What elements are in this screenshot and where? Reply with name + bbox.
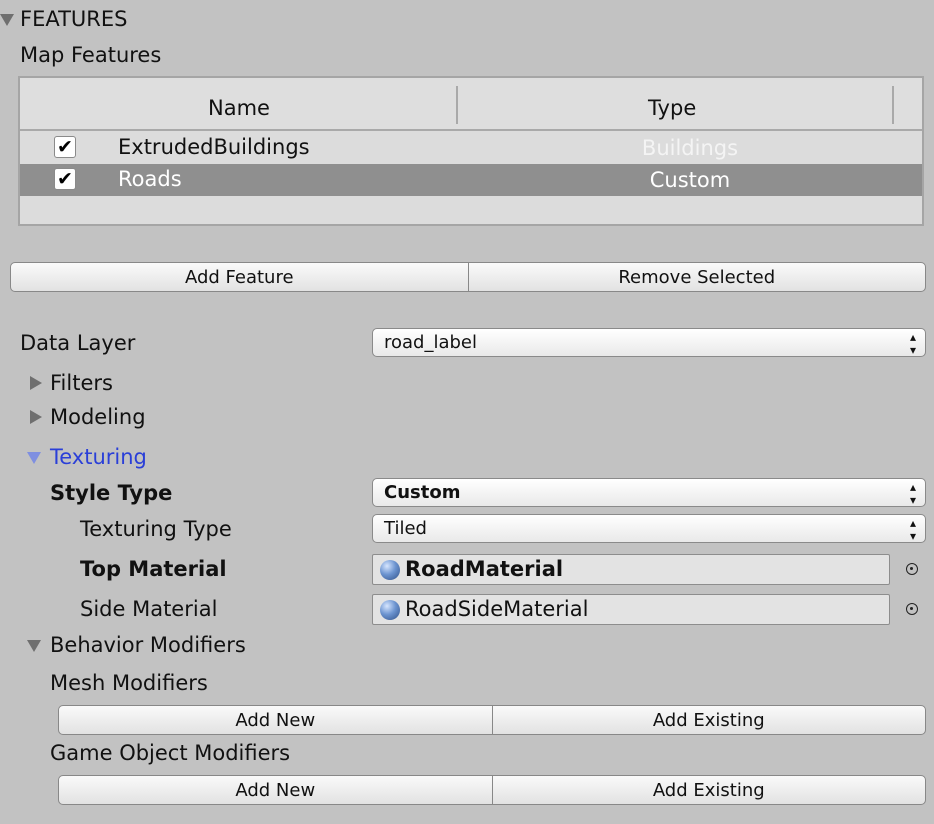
features-section-title[interactable]: FEATURES: [20, 7, 127, 31]
row-name: ExtrudedBuildings: [118, 135, 310, 159]
map-features-table: Name Type ✔ ExtrudedBuildings Buildings …: [18, 76, 924, 226]
column-header-name[interactable]: Name: [208, 96, 270, 120]
row-type: Buildings: [641, 136, 739, 160]
remove-selected-button[interactable]: Remove Selected: [467, 263, 926, 291]
dropdown-arrows-icon: ▴ ▾: [909, 330, 916, 357]
row-name: Roads: [118, 167, 182, 191]
texturing-foldout-label[interactable]: Texturing: [50, 445, 147, 469]
style-type-label: Style Type: [50, 481, 173, 505]
side-material-label: Side Material: [80, 597, 218, 621]
style-type-value: Custom: [384, 482, 461, 503]
modeling-foldout-icon[interactable]: [30, 410, 42, 424]
filters-foldout-icon[interactable]: [30, 376, 42, 390]
dropdown-arrows-icon: ▴ ▾: [909, 480, 916, 507]
top-material-field[interactable]: RoadMaterial: [372, 554, 890, 585]
game-object-modifier-buttons: Add New Add Existing: [58, 775, 926, 805]
style-type-dropdown[interactable]: Custom ▴ ▾: [372, 478, 926, 507]
add-feature-button[interactable]: Add Feature: [11, 263, 468, 291]
texturing-type-label: Texturing Type: [80, 517, 232, 541]
mesh-modifiers-label: Mesh Modifiers: [50, 671, 208, 695]
mesh-add-new-button[interactable]: Add New: [59, 706, 492, 734]
feature-button-group: Add Feature Remove Selected: [10, 262, 926, 292]
data-layer-dropdown[interactable]: road_label ▴ ▾: [372, 328, 926, 357]
table-row-selected[interactable]: ✔ Roads Custom: [20, 164, 922, 196]
filters-foldout-label[interactable]: Filters: [50, 371, 113, 395]
column-separator[interactable]: [892, 86, 894, 124]
material-sphere-icon: [380, 600, 400, 620]
game-object-modifiers-label: Game Object Modifiers: [50, 741, 291, 765]
object-picker-icon[interactable]: [906, 603, 918, 615]
side-material-value: RoadSideMaterial: [405, 597, 589, 621]
texturing-type-value: Tiled: [384, 518, 427, 539]
go-add-existing-button[interactable]: Add Existing: [491, 776, 926, 804]
modeling-foldout-label[interactable]: Modeling: [50, 405, 146, 429]
texturing-type-dropdown[interactable]: Tiled ▴ ▾: [372, 514, 926, 543]
texturing-foldout-icon[interactable]: [27, 452, 41, 464]
table-row[interactable]: ✔ ExtrudedBuildings Buildings: [20, 132, 922, 164]
data-layer-label: Data Layer: [20, 331, 136, 355]
top-material-label: Top Material: [80, 557, 227, 581]
go-add-new-button[interactable]: Add New: [59, 776, 492, 804]
row-enabled-checkbox[interactable]: ✔: [54, 168, 76, 190]
map-features-label: Map Features: [20, 43, 162, 67]
mesh-modifier-buttons: Add New Add Existing: [58, 705, 926, 735]
data-layer-value: road_label: [384, 332, 478, 353]
material-sphere-icon: [380, 560, 400, 580]
behavior-modifiers-label[interactable]: Behavior Modifiers: [50, 633, 246, 657]
mesh-add-existing-button[interactable]: Add Existing: [491, 706, 926, 734]
table-header: Name Type: [20, 78, 922, 131]
column-separator[interactable]: [456, 86, 458, 124]
behavior-foldout-icon[interactable]: [27, 640, 41, 652]
row-type: Custom: [649, 168, 731, 192]
features-foldout-icon[interactable]: [0, 14, 14, 26]
dropdown-arrows-icon: ▴ ▾: [909, 516, 916, 543]
side-material-field[interactable]: RoadSideMaterial: [372, 594, 890, 625]
object-picker-icon[interactable]: [906, 563, 918, 575]
row-enabled-checkbox[interactable]: ✔: [54, 136, 76, 158]
column-header-type[interactable]: Type: [648, 96, 696, 120]
top-material-value: RoadMaterial: [405, 557, 564, 581]
